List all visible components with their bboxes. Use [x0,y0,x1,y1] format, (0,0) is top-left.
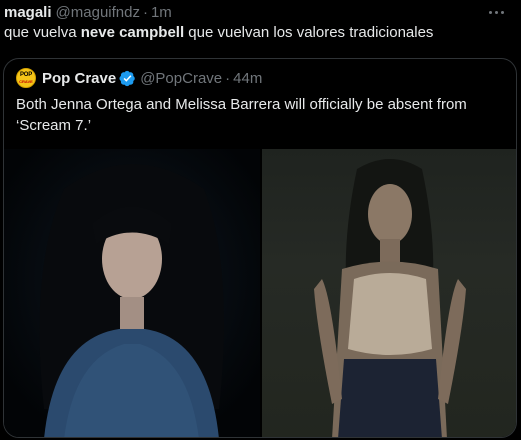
more-dot [500,10,504,14]
avatar-logo-text-top: POP [19,72,33,78]
photo-right-illustration [314,159,466,437]
author-handle[interactable]: @maguifndz [56,4,140,21]
tweet-timestamp[interactable]: 1m [151,4,172,21]
more-dot [494,10,498,14]
avatar-logo-text-bottom: CRAVE [19,79,33,84]
photo-left-illustration [4,149,260,437]
author-name[interactable]: magali [4,4,52,21]
tweet-header: magali @maguifndz · 1m [4,3,172,21]
quoted-author-handle[interactable]: @PopCrave [140,70,222,87]
header-separator: · [142,3,148,21]
tweet-text: que vuelva neve campbell que vuelvan los… [4,24,433,42]
tweet[interactable]: magali @maguifndz · 1m que vuelva neve c… [0,0,521,440]
photo-melissa-barrera[interactable] [262,149,516,437]
quoted-tweet[interactable]: POP CRAVE Pop Crave @PopCrave · 44m Both… [3,58,517,438]
quoted-avatar[interactable]: POP CRAVE [16,68,36,88]
quoted-timestamp[interactable]: 44m [233,70,262,87]
tweet-text-end: que vuelvan los valores tradicionales [184,24,434,41]
photo-jenna-ortega[interactable] [4,149,260,437]
more-dot [488,10,492,14]
tweet-text-start: que vuelva [4,24,81,41]
quoted-media-grid [4,149,516,437]
verified-badge-icon [119,70,135,86]
quoted-author-name[interactable]: Pop Crave [42,70,116,87]
quoted-header-separator: · [225,69,231,87]
more-horizontal-icon[interactable] [485,4,507,20]
quoted-tweet-header: POP CRAVE Pop Crave @PopCrave · 44m [16,68,262,88]
quoted-tweet-text: Both Jenna Ortega and Melissa Barrera wi… [16,96,467,134]
tweet-text-bold: neve campbell [80,24,185,41]
